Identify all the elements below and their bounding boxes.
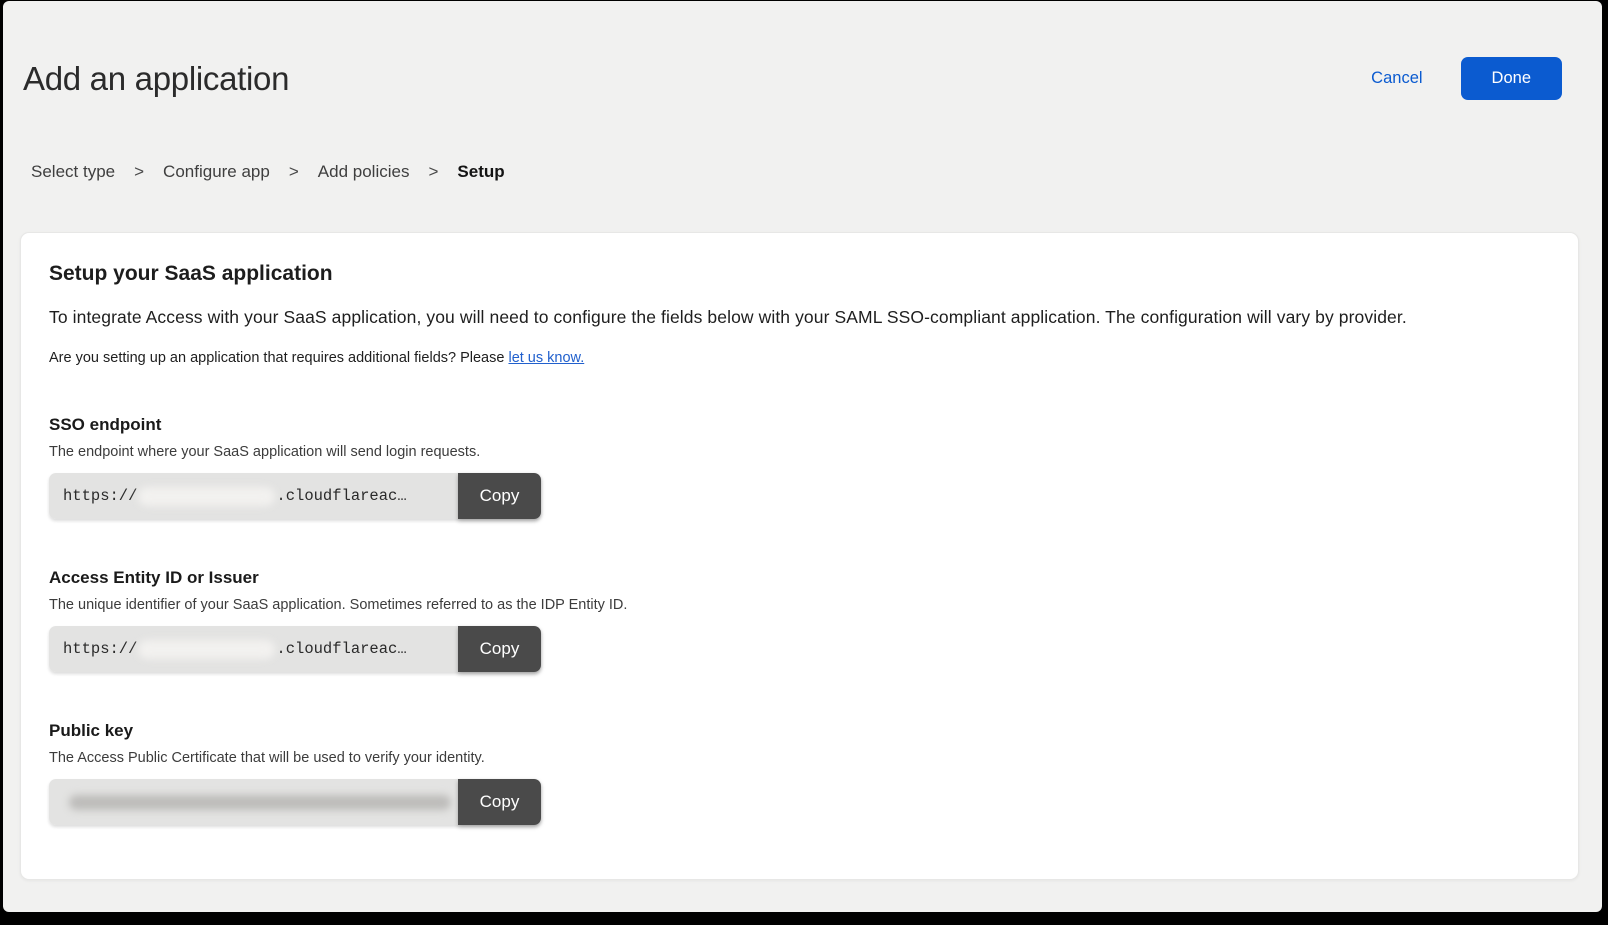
cancel-button[interactable]: Cancel xyxy=(1371,69,1422,88)
value-suffix: .cloudflareac… xyxy=(276,487,406,505)
field-description: The unique identifier of your SaaS appli… xyxy=(49,597,1550,613)
field-label: Public key xyxy=(49,721,1550,741)
card-note-text: Are you setting up an application that r… xyxy=(49,350,508,366)
value-prefix: https:// xyxy=(63,487,137,505)
redacted-value-blob xyxy=(69,795,451,810)
entity-id-field-row: https:// .cloudflareac… Copy xyxy=(49,626,541,672)
field-description: The endpoint where your SaaS application… xyxy=(49,444,1550,460)
field-label: SSO endpoint xyxy=(49,415,1550,435)
let-us-know-link[interactable]: let us know. xyxy=(508,350,584,366)
public-key-field-row: Copy xyxy=(49,779,541,825)
breadcrumb-separator: > xyxy=(134,162,144,182)
breadcrumb-step-setup[interactable]: Setup xyxy=(457,162,504,182)
setup-card: Setup your SaaS application To integrate… xyxy=(20,232,1579,880)
page-title: Add an application xyxy=(23,60,289,98)
page-header: Add an application Cancel Done xyxy=(3,1,1602,100)
header-actions: Cancel Done xyxy=(1371,57,1562,100)
public-key-section: Public key The Access Public Certificate… xyxy=(49,721,1550,825)
breadcrumb-separator: > xyxy=(289,162,299,182)
entity-id-section: Access Entity ID or Issuer The unique id… xyxy=(49,568,1550,672)
sso-endpoint-value: https:// .cloudflareac… xyxy=(49,473,458,519)
app-screen: Add an application Cancel Done Select ty… xyxy=(3,1,1602,912)
sso-endpoint-section: SSO endpoint The endpoint where your Saa… xyxy=(49,415,1550,519)
card-intro-text: To integrate Access with your SaaS appli… xyxy=(49,307,1550,328)
entity-id-copy-button[interactable]: Copy xyxy=(458,626,541,672)
card-title: Setup your SaaS application xyxy=(49,262,1550,286)
redacted-value-blob xyxy=(138,640,275,659)
redacted-value-blob xyxy=(138,487,275,506)
value-prefix: https:// xyxy=(63,640,137,658)
public-key-copy-button[interactable]: Copy xyxy=(458,779,541,825)
public-key-value xyxy=(49,779,458,825)
value-suffix: .cloudflareac… xyxy=(276,640,406,658)
sso-endpoint-field-row: https:// .cloudflareac… Copy xyxy=(49,473,541,519)
card-note: Are you setting up an application that r… xyxy=(49,350,1550,366)
breadcrumb-step-configure-app[interactable]: Configure app xyxy=(163,162,270,182)
wizard-breadcrumb: Select type > Configure app > Add polici… xyxy=(31,162,1602,182)
done-button[interactable]: Done xyxy=(1461,57,1562,100)
breadcrumb-step-add-policies[interactable]: Add policies xyxy=(318,162,410,182)
breadcrumb-step-select-type[interactable]: Select type xyxy=(31,162,115,182)
breadcrumb-separator: > xyxy=(428,162,438,182)
field-label: Access Entity ID or Issuer xyxy=(49,568,1550,588)
sso-endpoint-copy-button[interactable]: Copy xyxy=(458,473,541,519)
field-description: The Access Public Certificate that will … xyxy=(49,750,1550,766)
entity-id-value: https:// .cloudflareac… xyxy=(49,626,458,672)
